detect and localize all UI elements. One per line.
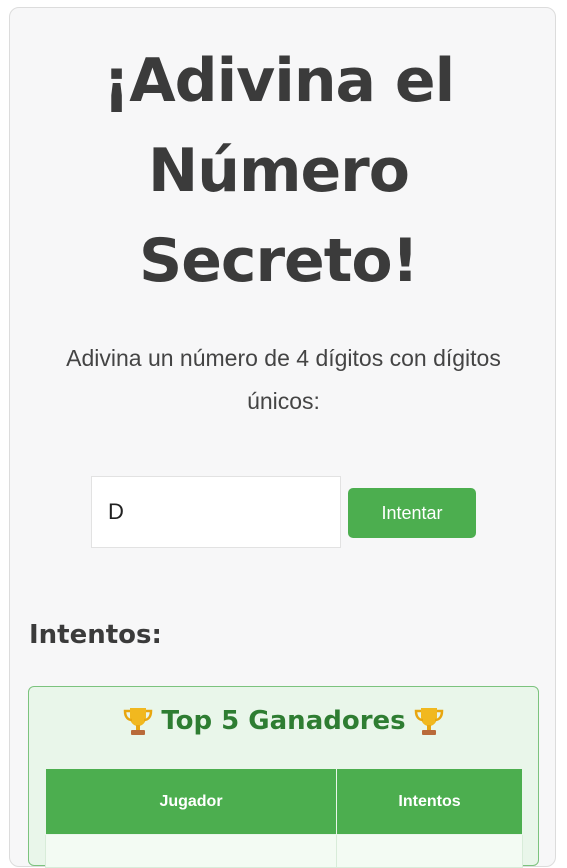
try-button[interactable]: Intentar [348,488,476,538]
table-cell [336,834,523,868]
column-header-attempts: Intentos [336,768,523,835]
column-header-player: Jugador [45,768,337,835]
table-cell [45,834,337,868]
attempts-heading: Intentos: [29,620,162,650]
leaderboard-title-text: Top 5 Ganadores [161,706,406,736]
trophy-icon [414,708,443,735]
page-title: ¡Adivina el Número Secreto! [102,46,455,296]
trophy-icon [124,708,153,735]
leaderboard-title: Top 5 Ganadores [29,705,538,737]
leaderboard-panel: Top 5 Ganadores Jugador Intentos [28,686,539,868]
guess-input[interactable] [91,476,341,548]
game-instructions: Adivina un número de 4 dígitos con dígit… [66,345,501,414]
leaderboard-table: Jugador Intentos [45,768,523,868]
table-row [45,834,523,868]
table-header-row: Jugador Intentos [45,768,523,835]
